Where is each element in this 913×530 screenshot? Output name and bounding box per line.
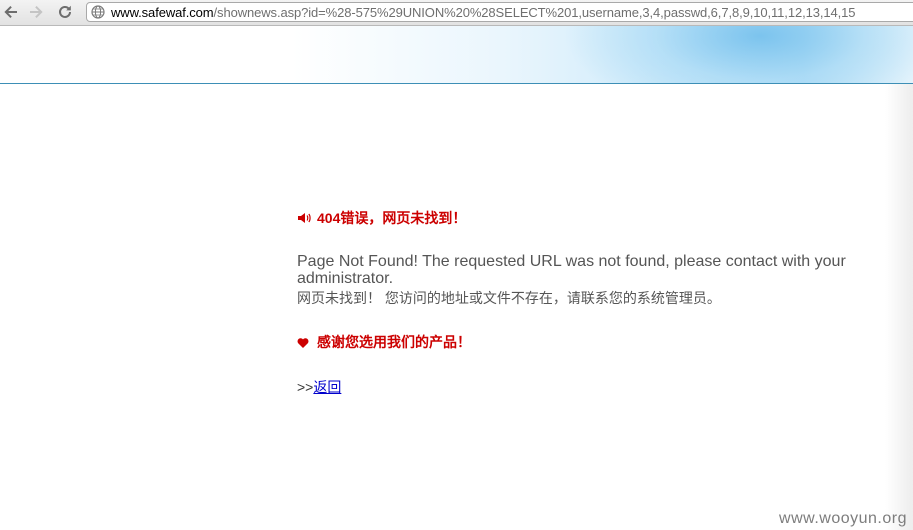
back-row: >>返回 <box>297 378 341 396</box>
error-heading: 404错误，网页未找到！ <box>297 208 466 228</box>
globe-icon <box>91 5 105 19</box>
thanks-line: 感谢您选用我们的产品！ <box>297 332 471 352</box>
speaker-icon <box>297 211 311 225</box>
url-path: /shownews.asp?id=%28-575%29UNION%20%28SE… <box>213 5 856 20</box>
error-title-text: 404错误，网页未找到！ <box>317 210 467 226</box>
thanks-text: 感谢您选用我们的产品！ <box>317 334 471 350</box>
address-bar[interactable]: www.safewaf.com/shownews.asp?id=%28-575%… <box>86 2 913 22</box>
watermark: www.wooyun.org <box>779 510 907 527</box>
page-banner <box>0 26 913 83</box>
error-message-chinese: 网页未找到！ 您访问的地址或文件不存在，请联系您的系统管理员。 <box>297 290 721 306</box>
reload-icon[interactable] <box>56 3 74 21</box>
browser-toolbar: www.safewaf.com/shownews.asp?id=%28-575%… <box>0 0 913 26</box>
heart-icon <box>297 336 309 348</box>
error-message-english: Page Not Found! The requested URL was no… <box>297 253 846 287</box>
url-host: www.safewaf.com <box>111 5 214 20</box>
back-link[interactable]: 返回 <box>313 379 341 395</box>
back-arrow-icon[interactable] <box>2 3 20 21</box>
banner-divider <box>0 83 913 84</box>
back-prefix: >> <box>297 379 314 395</box>
url-text[interactable]: www.safewaf.com/shownews.asp?id=%28-575%… <box>111 4 856 21</box>
right-shadow <box>885 84 913 530</box>
forward-arrow-icon[interactable] <box>27 3 45 21</box>
